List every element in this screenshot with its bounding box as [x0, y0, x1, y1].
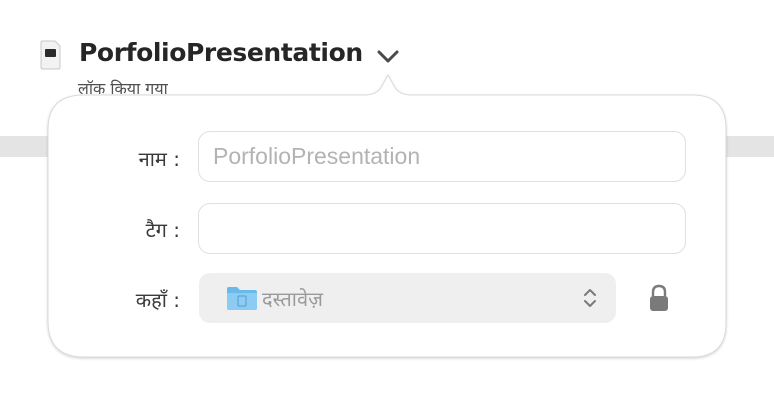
rename-popover-screen: PorfolioPresentation लॉक किया गया नाम : … — [0, 0, 774, 404]
updown-chevron-icon — [584, 289, 596, 307]
where-select[interactable]: दस्तावेज़ — [199, 273, 616, 323]
where-label: कहाँ : — [135, 288, 180, 312]
name-field[interactable] — [198, 131, 686, 182]
lock-icon[interactable] — [648, 283, 670, 313]
tags-field[interactable] — [198, 203, 686, 254]
folder-icon — [227, 287, 257, 310]
rename-popover — [47, 73, 727, 358]
where-value: दस्तावेज़ — [262, 287, 323, 311]
name-label: नाम : — [138, 147, 180, 171]
tags-label: टैग : — [145, 218, 180, 242]
